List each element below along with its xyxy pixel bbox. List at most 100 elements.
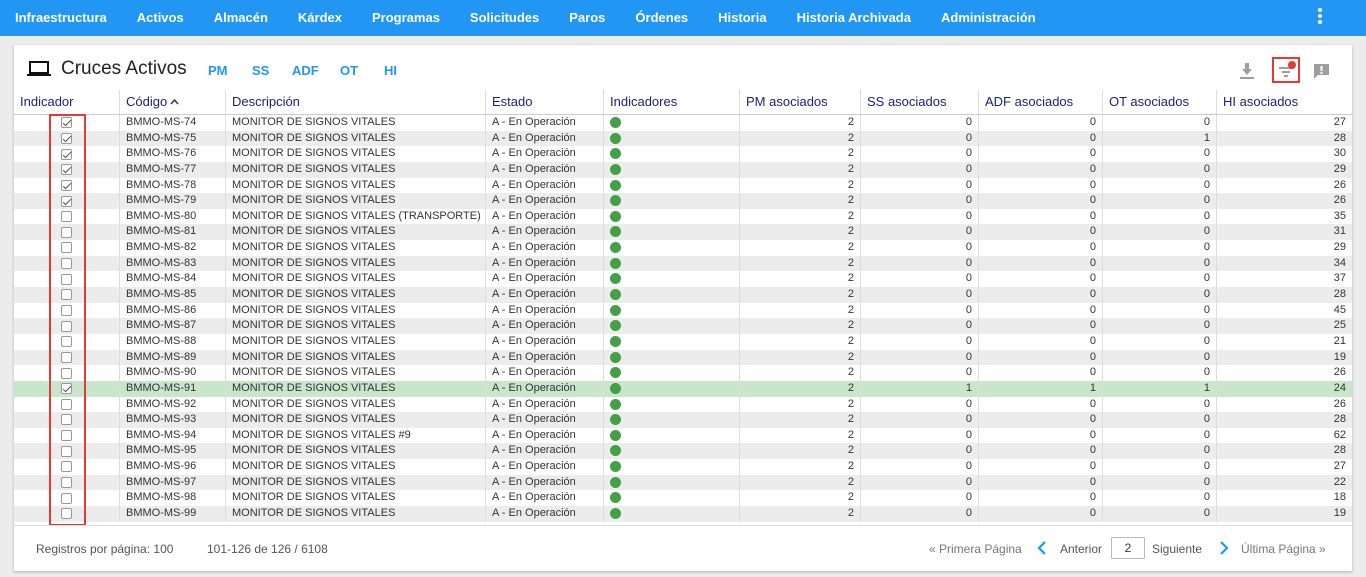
indicator-checkbox[interactable] bbox=[61, 164, 72, 176]
nav-item[interactable]: Administración bbox=[926, 0, 1051, 36]
indicator-checkbox[interactable] bbox=[61, 258, 72, 270]
header-col-ss[interactable]: SS asociados bbox=[861, 90, 979, 114]
indicator-checkbox[interactable] bbox=[61, 148, 72, 160]
header-col-indicadores[interactable]: Indicadores bbox=[604, 90, 740, 114]
cell-adf: 0 bbox=[979, 177, 1103, 194]
nav-item[interactable]: Infraestructura bbox=[0, 0, 122, 36]
header-col-codigo[interactable]: Código bbox=[120, 90, 226, 114]
header-col-pm[interactable]: PM asociados bbox=[740, 90, 861, 114]
table-row[interactable]: BMMO-MS-76 MONITOR DE SIGNOS VITALES A - E… bbox=[14, 146, 1352, 162]
status-dot-icon bbox=[610, 335, 621, 347]
indicator-checkbox[interactable] bbox=[61, 367, 72, 379]
link-ss[interactable]: SS bbox=[252, 63, 269, 78]
indicator-checkbox[interactable] bbox=[61, 305, 72, 316]
table-row[interactable]: BMMO-MS-86 MONITOR DE SIGNOS VITALES A - E… bbox=[14, 302, 1352, 319]
header-col-descripcion[interactable]: Descripción bbox=[226, 90, 486, 114]
indicator-checkbox[interactable] bbox=[61, 226, 72, 238]
kebab-menu-icon[interactable] bbox=[1314, 6, 1326, 26]
nav-item[interactable]: Kárdex bbox=[283, 0, 357, 36]
indicator-checkbox[interactable] bbox=[61, 179, 72, 191]
nav-item[interactable]: Historia bbox=[703, 0, 781, 36]
table-row[interactable]: BMMO-MS-98 MONITOR DE SIGNOS VITALES A - E… bbox=[14, 490, 1352, 507]
table-row[interactable]: BMMO-MS-88 MONITOR DE SIGNOS VITALES A - E… bbox=[14, 333, 1352, 350]
table-row[interactable]: BMMO-MS-84 MONITOR DE SIGNOS VITALES A - E… bbox=[14, 271, 1352, 288]
nav-item[interactable]: Programas bbox=[357, 0, 455, 36]
table-row[interactable]: BMMO-MS-81 MONITOR DE SIGNOS VITALES A - E… bbox=[14, 224, 1352, 241]
cell-hi: 28 bbox=[1333, 444, 1346, 457]
nav-item[interactable]: Solicitudes bbox=[455, 0, 554, 36]
last-page-link[interactable]: Última Página » bbox=[1241, 542, 1326, 556]
next-page-link[interactable]: Siguiente bbox=[1152, 542, 1202, 556]
nav-item[interactable]: Órdenes bbox=[620, 0, 703, 36]
link-adf[interactable]: ADF bbox=[292, 63, 319, 78]
download-icon[interactable] bbox=[1236, 60, 1258, 82]
indicator-checkbox[interactable] bbox=[61, 414, 72, 426]
indicator-checkbox[interactable] bbox=[61, 461, 72, 473]
nav-item[interactable]: Activos bbox=[122, 0, 199, 36]
table-row[interactable]: BMMO-MS-87 MONITOR DE SIGNOS VITALES A - E… bbox=[14, 318, 1352, 334]
table-row[interactable]: BMMO-MS-91 MONITOR DE SIGNOS VITALES A - E… bbox=[14, 380, 1352, 397]
table-row[interactable]: BMMO-MS-95 MONITOR DE SIGNOS VITALES A - E… bbox=[14, 443, 1352, 460]
indicator-checkbox[interactable] bbox=[61, 477, 72, 489]
indicator-checkbox[interactable] bbox=[61, 383, 72, 395]
indicator-checkbox[interactable] bbox=[61, 445, 72, 457]
table-row[interactable]: BMMO-MS-78 MONITOR DE SIGNOS VITALES A - E… bbox=[14, 177, 1352, 194]
table-row[interactable]: BMMO-MS-90 MONITOR DE SIGNOS VITALES A - E… bbox=[14, 365, 1352, 381]
indicator-checkbox[interactable] bbox=[61, 273, 72, 285]
table-row[interactable]: BMMO-MS-83 MONITOR DE SIGNOS VITALES A - E… bbox=[14, 255, 1352, 272]
first-page-link[interactable]: « Primera Página bbox=[929, 542, 1022, 556]
table-row[interactable]: BMMO-MS-97 MONITOR DE SIGNOS VITALES A - E… bbox=[14, 474, 1352, 491]
nav-item[interactable]: Paros bbox=[554, 0, 620, 36]
records-per-page[interactable]: Registros por página: 100 bbox=[36, 542, 173, 556]
table-row[interactable]: BMMO-MS-99 MONITOR DE SIGNOS VITALES A - E… bbox=[14, 506, 1352, 522]
table-row[interactable]: BMMO-MS-85 MONITOR DE SIGNOS VITALES A - E… bbox=[14, 287, 1352, 303]
table-row[interactable]: BMMO-MS-94 MONITOR DE SIGNOS VITALES #9 A … bbox=[14, 427, 1352, 444]
table-row[interactable]: BMMO-MS-75 MONITOR DE SIGNOS VITALES A - E… bbox=[14, 130, 1352, 147]
feedback-icon[interactable] bbox=[1310, 60, 1332, 82]
cell-ot: 0 bbox=[1103, 396, 1217, 413]
table-row[interactable]: BMMO-MS-79 MONITOR DE SIGNOS VITALES A - E… bbox=[14, 193, 1352, 209]
prev-page-link[interactable]: Anterior bbox=[1060, 542, 1102, 556]
indicator-checkbox[interactable] bbox=[61, 336, 72, 348]
header-col-adf[interactable]: ADF asociados bbox=[979, 90, 1103, 114]
header-col-estado[interactable]: Estado bbox=[486, 90, 604, 114]
indicator-checkbox[interactable] bbox=[61, 242, 72, 254]
link-pm[interactable]: PM bbox=[208, 63, 228, 78]
nav-item[interactable]: Historia Archivada bbox=[782, 0, 926, 36]
header-col-hi[interactable]: HI asociados bbox=[1217, 90, 1352, 114]
link-ot[interactable]: OT bbox=[340, 63, 358, 78]
table-row[interactable]: BMMO-MS-74 MONITOR DE SIGNOS VITALES A - E… bbox=[14, 115, 1352, 131]
table-row[interactable]: BMMO-MS-89 MONITOR DE SIGNOS VITALES A - E… bbox=[14, 349, 1352, 366]
indicator-checkbox[interactable] bbox=[61, 289, 72, 301]
nav-item[interactable]: Almacén bbox=[199, 0, 283, 36]
header-col-ot[interactable]: OT asociados bbox=[1103, 90, 1217, 114]
table-body: BMMO-MS-74 MONITOR DE SIGNOS VITALES A - E… bbox=[14, 115, 1352, 522]
filter-button[interactable] bbox=[1272, 57, 1300, 83]
cell-code: BMMO-MS-96 bbox=[120, 459, 226, 475]
table-row[interactable]: BMMO-MS-82 MONITOR DE SIGNOS VITALES A - E… bbox=[14, 240, 1352, 256]
link-hi[interactable]: HI bbox=[384, 63, 397, 78]
indicator-checkbox[interactable] bbox=[61, 398, 72, 410]
cell-indicador bbox=[14, 443, 120, 460]
header-col-indicador[interactable]: Indicador bbox=[14, 90, 120, 114]
indicator-checkbox[interactable] bbox=[61, 132, 72, 144]
cell-pm: 2 bbox=[740, 193, 861, 209]
chevron-right-icon[interactable] bbox=[1218, 540, 1230, 556]
table-row[interactable]: BMMO-MS-93 MONITOR DE SIGNOS VITALES A - E… bbox=[14, 412, 1352, 428]
page-number-input[interactable] bbox=[1111, 537, 1145, 559]
table-row[interactable]: BMMO-MS-92 MONITOR DE SIGNOS VITALES A - E… bbox=[14, 396, 1352, 413]
cell-ss: 1 bbox=[861, 380, 979, 397]
table-row[interactable]: BMMO-MS-77 MONITOR DE SIGNOS VITALES A - E… bbox=[14, 161, 1352, 178]
indicator-checkbox[interactable] bbox=[61, 195, 72, 207]
cell-indicadores bbox=[604, 443, 740, 460]
indicator-checkbox[interactable] bbox=[61, 508, 72, 520]
table-row[interactable]: BMMO-MS-80 MONITOR DE SIGNOS VITALES (TRA… bbox=[14, 208, 1352, 225]
indicator-checkbox[interactable] bbox=[61, 117, 72, 129]
indicator-checkbox[interactable] bbox=[61, 320, 72, 332]
indicator-checkbox[interactable] bbox=[61, 430, 72, 442]
indicator-checkbox[interactable] bbox=[61, 492, 72, 504]
indicator-checkbox[interactable] bbox=[61, 351, 72, 363]
table-row[interactable]: BMMO-MS-96 MONITOR DE SIGNOS VITALES A - E… bbox=[14, 459, 1352, 475]
indicator-checkbox[interactable] bbox=[61, 211, 72, 223]
chevron-left-icon[interactable] bbox=[1036, 540, 1048, 556]
